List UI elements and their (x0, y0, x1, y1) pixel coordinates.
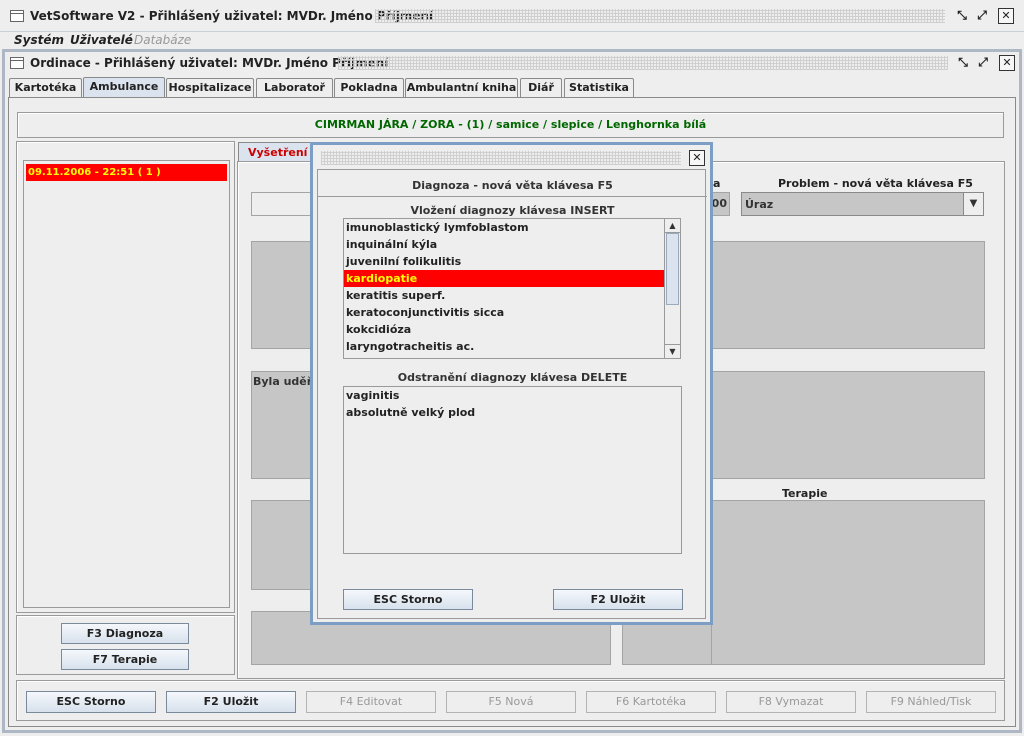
therapy-label: Terapie (782, 487, 828, 500)
exam-textarea-2-right[interactable] (700, 371, 985, 479)
therapy-textarea[interactable] (700, 500, 985, 665)
menu-users[interactable]: Uživatelé (70, 33, 133, 47)
delete-button: F8 Vymazat (726, 691, 856, 713)
exam-tab[interactable]: Vyšetření (238, 142, 318, 162)
inner-titlebar: Ordinace - Přihlášený uživatel: MVDr. Jm… (5, 52, 1019, 74)
menu-bar: Systém Uživatelé Databáze (0, 32, 1024, 49)
insert-list-item[interactable]: inquinální kýla (344, 236, 680, 253)
problem-select[interactable]: Úraz ▼ (741, 192, 984, 216)
menu-database: Databáze (134, 33, 192, 47)
inner-minimize-icon[interactable]: ⤡ (955, 55, 971, 71)
exam-textarea-3-left[interactable] (251, 500, 315, 590)
insert-list[interactable]: imunoblastický lymfoblastom inquinální k… (343, 218, 681, 359)
inner-close-icon[interactable]: ✕ (999, 55, 1015, 71)
dialog-divider (318, 196, 707, 197)
tab-pokladna[interactable]: Pokladna (334, 78, 404, 98)
tab-kartoteka[interactable]: Kartotéka (9, 78, 82, 98)
dialog-titlebar-grip[interactable] (321, 151, 681, 165)
tab-hospitalizace[interactable]: Hospitalizace (166, 78, 254, 98)
scroll-thumb[interactable] (666, 233, 679, 305)
delete-list-item[interactable]: vaginitis (344, 387, 681, 404)
kartoteka-button: F6 Kartotéka (586, 691, 716, 713)
insert-list-item[interactable]: keratoconjunctivitis sicca (344, 304, 680, 321)
visit-row-selected[interactable]: 09.11.2006 - 22:51 ( 1 ) (26, 164, 227, 181)
exam-textarea-1-left[interactable] (251, 241, 315, 349)
scroll-up-icon[interactable]: ▲ (665, 219, 680, 233)
edit-button: F4 Editovat (306, 691, 436, 713)
visit-list[interactable]: 09.11.2006 - 22:51 ( 1 ) (23, 160, 230, 608)
exam-field-left[interactable] (251, 192, 315, 216)
diagnosis-button[interactable]: F3 Diagnoza (61, 623, 189, 644)
tab-laborator[interactable]: Laboratoř (256, 78, 333, 98)
insert-list-scrollbar[interactable]: ▲ ▼ (664, 219, 680, 358)
dialog-close-icon[interactable]: ✕ (689, 150, 705, 166)
tab-ambulantni-kniha[interactable]: Ambulantní kniha (405, 78, 518, 98)
insert-list-item[interactable]: laryngotracheitis ac. (344, 338, 680, 355)
exam-field-fragment-label: a (713, 177, 721, 190)
inner-maximize-icon[interactable]: ⤢ (975, 55, 991, 71)
exam-note-fragment: Byla uděře (253, 375, 315, 388)
patient-header: CIMRMAN JÁRA / ZORA - (1) / samice / sle… (17, 112, 1004, 138)
therapy-button[interactable]: F7 Terapie (61, 649, 189, 670)
new-button: F5 Nová (446, 691, 576, 713)
diagnosis-dialog: ✕ Diagnoza - nová věta klávesa F5 Vložen… (310, 142, 713, 625)
dialog-save-button[interactable]: F2 Uložit (553, 589, 683, 610)
titlebar-grip[interactable] (375, 9, 945, 23)
insert-label: Vložení diagnozy klávesa INSERT (410, 204, 615, 217)
inner-title: Ordinace - Přihlášený uživatel: MVDr. Jm… (30, 56, 389, 70)
tab-ambulance[interactable]: Ambulance (83, 77, 165, 98)
delete-list-item[interactable]: absolutně velký plod (344, 404, 681, 421)
dialog-body: Diagnoza - nová věta klávesa F5 Vložení … (317, 169, 707, 619)
insert-list-item[interactable]: juvenilní folikulitis (344, 253, 680, 270)
dialog-cancel-button[interactable]: ESC Storno (343, 589, 473, 610)
delete-list[interactable]: vaginitis absolutně velký plod (343, 386, 682, 554)
problem-select-value: Úraz (745, 198, 774, 211)
cancel-button[interactable]: ESC Storno (26, 691, 156, 713)
exam-textarea-2-left[interactable]: Byla uděře (251, 371, 315, 479)
inner-titlebar-grip[interactable] (338, 56, 948, 70)
tab-diar[interactable]: Diář (520, 78, 562, 98)
app-title: VetSoftware V2 - Přihlášený uživatel: MV… (30, 9, 434, 23)
save-button[interactable]: F2 Uložit (166, 691, 296, 713)
delete-label: Odstranění diagnozy klávesa DELETE (397, 371, 628, 384)
patient-header-text: CIMRMAN JÁRA / ZORA - (1) / samice / sle… (314, 118, 707, 131)
app-titlebar: VetSoftware V2 - Přihlášený uživatel: MV… (0, 0, 1024, 32)
exam-textarea-1-right[interactable] (700, 241, 985, 349)
problem-label: Problem - nová věta klávesa F5 (778, 177, 973, 190)
dialog-title: Diagnoza - nová věta klávesa F5 (412, 179, 613, 192)
chevron-down-icon[interactable]: ▼ (963, 193, 983, 215)
insert-list-item[interactable]: kokcidióza (344, 321, 680, 338)
inner-window-icon (10, 57, 24, 69)
maximize-icon[interactable]: ⤢ (974, 8, 990, 24)
scroll-down-icon[interactable]: ▼ (665, 344, 680, 358)
window-icon (10, 10, 24, 22)
insert-list-item[interactable]: keratitis superf. (344, 287, 680, 304)
insert-list-item[interactable]: imunoblastický lymfoblastom (344, 219, 680, 236)
minimize-icon[interactable]: ⤡ (954, 8, 970, 24)
insert-list-item-selected[interactable]: kardiopatie (344, 270, 664, 287)
close-icon[interactable]: ✕ (998, 8, 1014, 24)
print-preview-button: F9 Náhled/Tisk (866, 691, 996, 713)
tab-statistika[interactable]: Statistika (564, 78, 634, 98)
menu-system[interactable]: Systém (14, 33, 64, 47)
